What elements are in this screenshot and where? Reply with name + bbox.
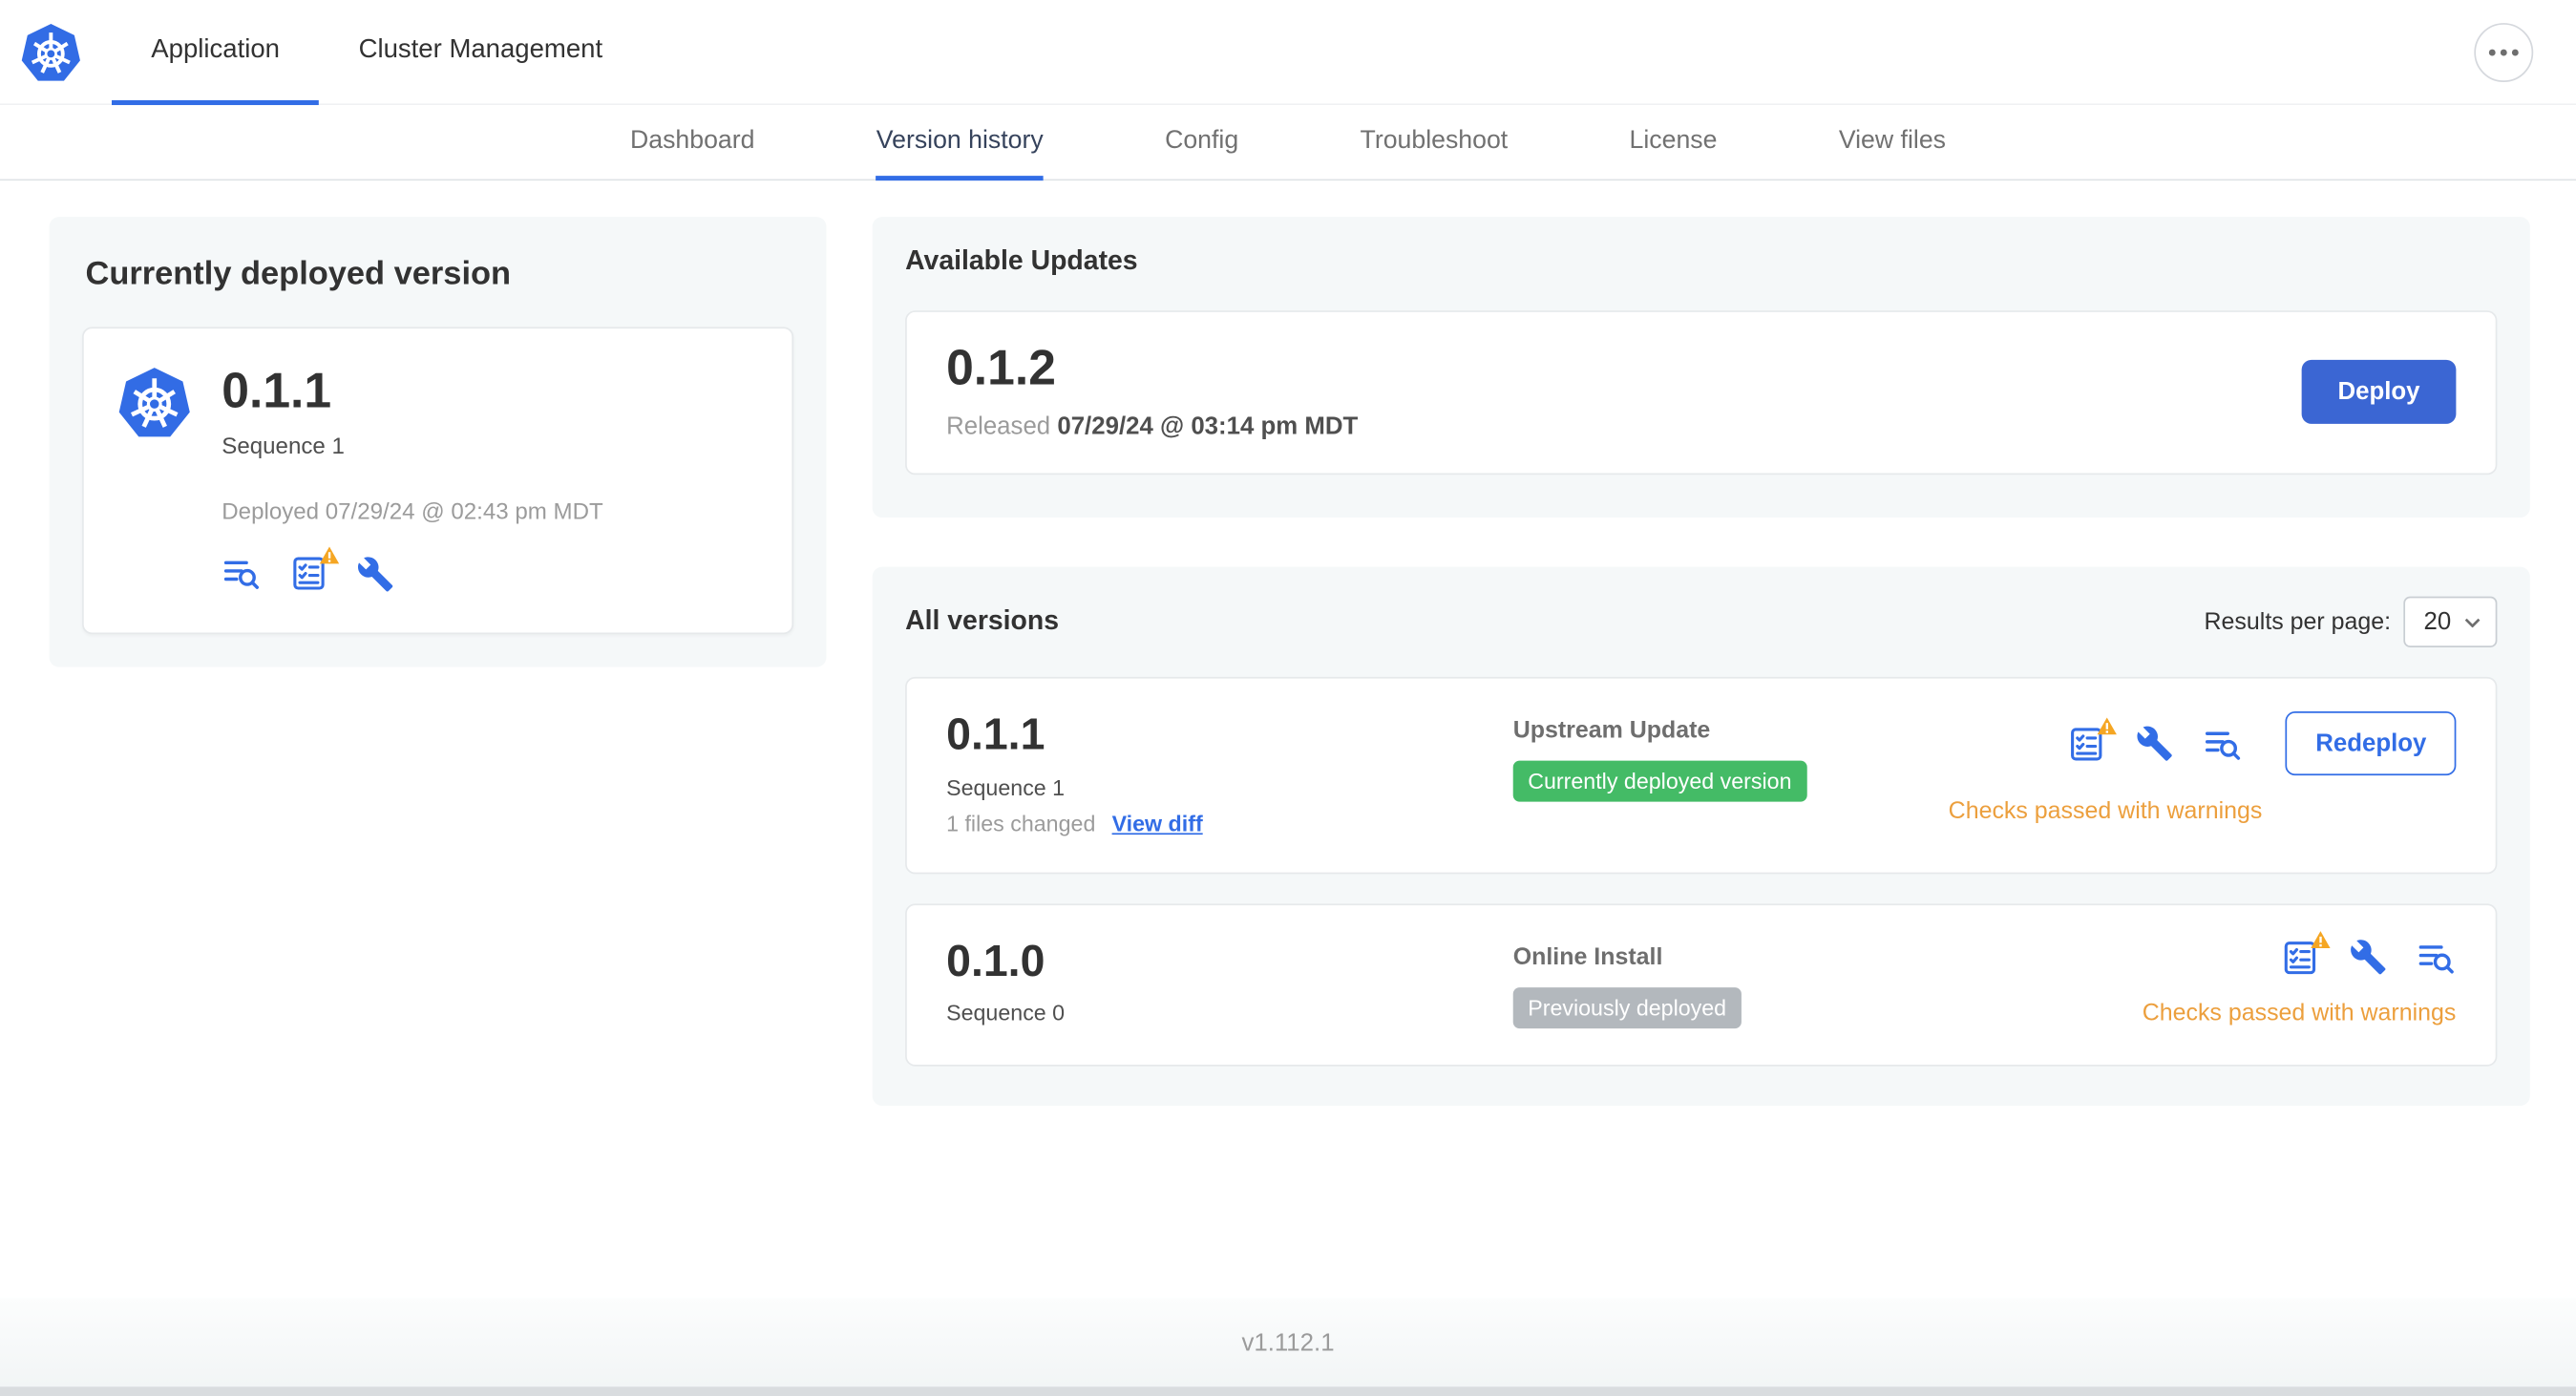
row-version-number: 0.1.0 — [946, 936, 1045, 985]
row-source-label: Upstream Update — [1512, 717, 1711, 745]
warning-triangle-icon — [2097, 714, 2118, 744]
available-updates-panel: Available Updates 0.1.2 Released 07/29/2… — [872, 217, 2530, 518]
ellipsis-icon[interactable] — [2474, 22, 2534, 82]
row-actions: Redeploy — [2067, 711, 2457, 776]
kubernetes-app-icon — [116, 365, 192, 440]
header-right — [2474, 22, 2534, 82]
warning-triangle-icon — [319, 544, 340, 574]
released-date: 07/29/24 @ 03:14 pm MDT — [1057, 412, 1359, 441]
config-icon[interactable] — [2137, 725, 2175, 763]
row-source-label: Online Install — [1512, 943, 1663, 971]
all-versions-header: All versions Results per page: 20 — [905, 596, 2498, 647]
subnav-view-files[interactable]: View files — [1839, 105, 1946, 180]
row-version-block: 0.1.0 Sequence 0 — [946, 936, 1513, 1026]
available-updates-title: Available Updates — [905, 246, 1138, 277]
warning-triangle-icon — [2310, 928, 2331, 958]
all-versions-panel: All versions Results per page: 20 0.1.1 … — [872, 566, 2530, 1106]
row-actions-block: Checks passed with warnings — [2142, 930, 2457, 1026]
app-footer: v1.112.1 — [0, 1298, 2576, 1387]
update-card: 0.1.2 Released 07/29/24 @ 03:14 pm MDT D… — [905, 310, 2498, 476]
currently-deployed-panel: Currently deployed version 0.1.1 Sequenc… — [49, 217, 827, 667]
status-badge: Currently deployed version — [1512, 760, 1807, 802]
deployed-version-number: 0.1.1 — [222, 364, 332, 419]
results-per-page-label: Results per page: — [2204, 608, 2392, 636]
kubernetes-logo — [20, 21, 82, 83]
deploy-button[interactable]: Deploy — [2301, 358, 2457, 424]
right-column: Available Updates 0.1.2 Released 07/29/2… — [872, 217, 2530, 1106]
header-tabs: Application Cluster Management — [112, 0, 642, 106]
update-info: 0.1.2 Released 07/29/24 @ 03:14 pm MDT — [946, 342, 1358, 440]
version-row: 0.1.0 Sequence 0 Online Install Previous… — [905, 902, 2498, 1067]
tab-cluster-management[interactable]: Cluster Management — [319, 0, 642, 105]
subnav-troubleshoot[interactable]: Troubleshoot — [1361, 105, 1509, 180]
currently-deployed-title: Currently deployed version — [85, 256, 512, 293]
files-changed-label: 1 files changed — [946, 811, 1096, 836]
chevron-down-icon — [2464, 617, 2481, 627]
row-source-block: Upstream Update Currently deployed versi… — [1512, 711, 1949, 802]
config-icon[interactable] — [356, 555, 394, 593]
checks-status: Checks passed with warnings — [2142, 1000, 2457, 1026]
logs-icon[interactable] — [2204, 724, 2243, 763]
results-per-page-value: 20 — [2423, 607, 2452, 636]
deployed-timestamp: Deployed 07/29/24 @ 02:43 pm MDT — [222, 497, 603, 524]
update-version-number: 0.1.2 — [946, 341, 1056, 396]
tab-application[interactable]: Application — [112, 0, 320, 106]
logs-icon[interactable] — [2417, 938, 2456, 977]
checks-status: Checks passed with warnings — [1948, 798, 2263, 825]
all-versions-title: All versions — [905, 605, 1060, 636]
update-released-line: Released 07/29/24 @ 03:14 pm MDT — [946, 412, 1358, 440]
deployed-sequence: Sequence 1 — [222, 432, 345, 459]
app-header: Application Cluster Management — [0, 0, 2576, 106]
row-sequence: Sequence 1 — [946, 774, 1066, 800]
row-actions — [2280, 930, 2456, 977]
row-version-number: 0.1.1 — [946, 709, 1045, 759]
preflight-checks-warning-icon[interactable] — [289, 546, 340, 593]
view-diff-link[interactable]: View diff — [1112, 811, 1203, 835]
deployed-version-info: 0.1.1 Sequence 1 Deployed 07/29/24 @ 02:… — [222, 364, 603, 593]
row-source-block: Online Install Previously deployed — [1512, 938, 2143, 1028]
results-per-page-select[interactable]: 20 — [2403, 596, 2498, 647]
subnav-version-history[interactable]: Version history — [876, 105, 1044, 181]
released-label: Released — [946, 412, 1051, 441]
version-row: 0.1.1 Sequence 1 1 files changed View di… — [905, 676, 2498, 874]
preflight-checks-warning-icon[interactable] — [2280, 930, 2331, 977]
viewport: Application Cluster Management Dashboard… — [0, 0, 2576, 1396]
results-per-page: Results per page: 20 — [2204, 596, 2498, 647]
logs-icon[interactable] — [222, 554, 261, 593]
subnav-config[interactable]: Config — [1165, 105, 1238, 180]
main-content: Currently deployed version 0.1.1 Sequenc… — [0, 180, 2576, 1299]
app-subnav: Dashboard Version history Config Trouble… — [0, 105, 2576, 181]
status-badge: Previously deployed — [1512, 986, 1742, 1028]
bottom-bar — [0, 1386, 2576, 1396]
redeploy-button[interactable]: Redeploy — [2286, 711, 2457, 776]
row-files-line: 1 files changed View diff — [946, 811, 1513, 835]
deployed-icon-row — [222, 546, 602, 593]
config-icon[interactable] — [2350, 939, 2388, 977]
row-actions-block: Redeploy Checks passed with warnings — [1949, 711, 2457, 825]
deployed-version-card: 0.1.1 Sequence 1 Deployed 07/29/24 @ 02:… — [82, 327, 794, 635]
console-version: v1.112.1 — [1241, 1328, 1335, 1357]
preflight-checks-warning-icon[interactable] — [2067, 716, 2118, 763]
subnav-dashboard[interactable]: Dashboard — [630, 105, 754, 180]
row-sequence: Sequence 0 — [946, 1001, 1066, 1026]
subnav-license[interactable]: License — [1630, 105, 1718, 180]
row-version-block: 0.1.1 Sequence 1 1 files changed View di… — [946, 709, 1513, 835]
